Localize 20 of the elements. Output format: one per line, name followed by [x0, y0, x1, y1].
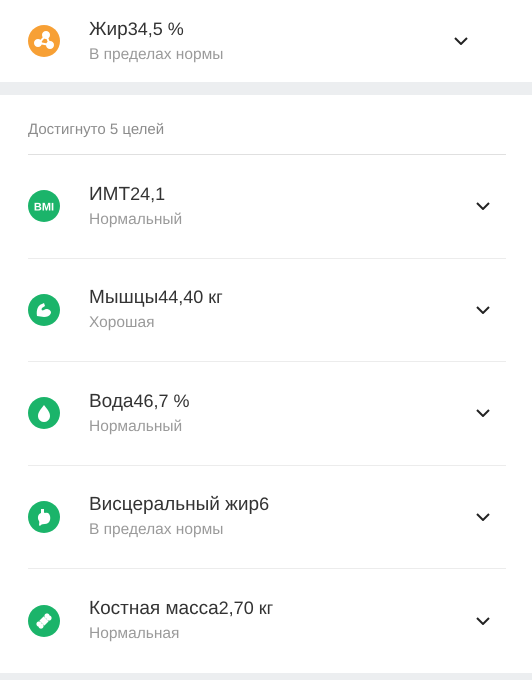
chevron-icon[interactable] [476, 512, 490, 521]
metric-status: В пределах нормы [89, 521, 224, 540]
chevron-icon[interactable] [476, 202, 490, 210]
metric-title: Жир34,5 % [89, 18, 185, 40]
metric-title: Висцеральный жир6 [89, 494, 270, 516]
bmi-icon: BMI [28, 190, 60, 222]
metric-status: Нормальная [89, 625, 180, 644]
chevron-icon[interactable] [476, 306, 490, 314]
metric-title: Костная масса2,70 кг [89, 598, 274, 620]
metric-title: Вода46,7 % [89, 390, 191, 413]
chevron-icon[interactable] [476, 616, 490, 625]
metric-status: Хорошая [89, 314, 156, 332]
chevron-icon[interactable] [476, 409, 490, 418]
metric-status: Нормальный [89, 210, 184, 229]
metric-title: ИМТ24,1 [89, 184, 166, 206]
goals-header: Достигнуто 5 целей [28, 95, 506, 155]
metric-title: Мышцы44,40 кг [89, 287, 224, 310]
metric-status: В пределах нормы [89, 46, 224, 64]
metric-status: Нормальный [89, 418, 184, 436]
chevron-icon[interactable] [454, 37, 468, 45]
